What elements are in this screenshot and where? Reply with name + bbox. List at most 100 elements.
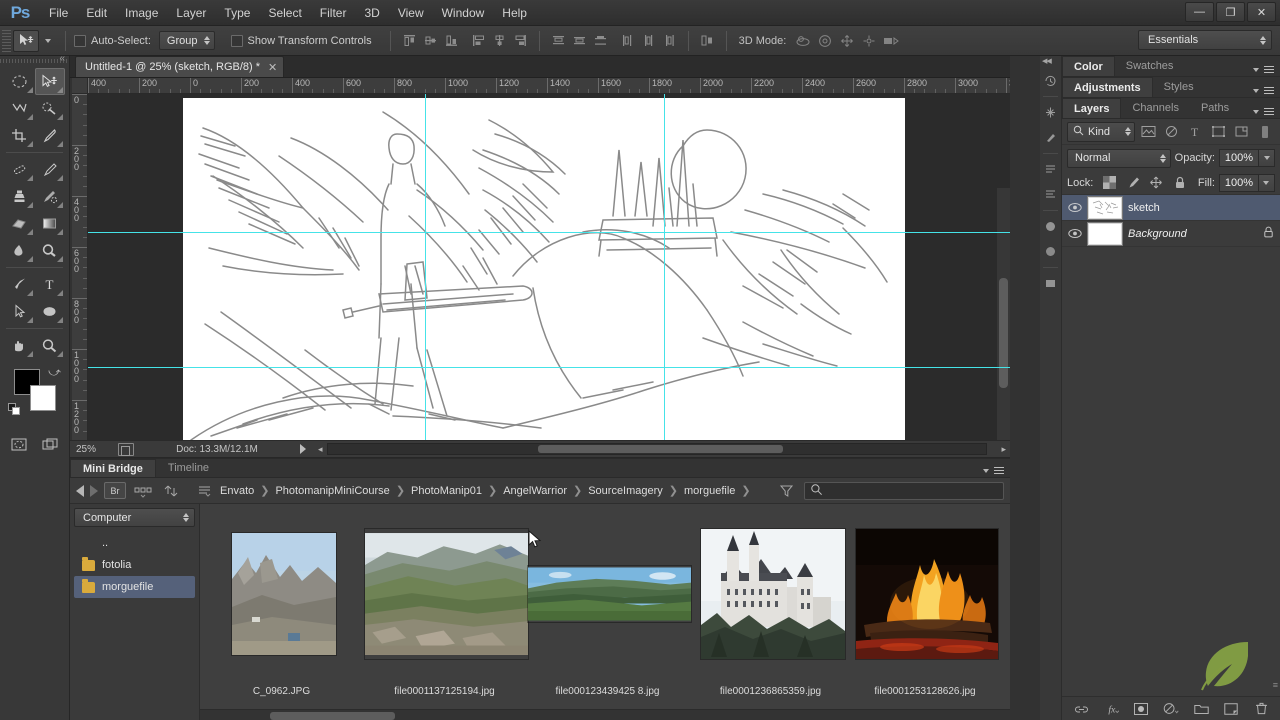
distribute-vertical-centers-icon[interactable] bbox=[569, 30, 590, 51]
tab-styles[interactable]: Styles bbox=[1153, 77, 1205, 97]
tab-layers[interactable]: Layers bbox=[1062, 98, 1122, 118]
slide-3d-object-icon[interactable] bbox=[858, 31, 880, 51]
marquee-tool[interactable] bbox=[4, 68, 35, 95]
move-tool[interactable] bbox=[34, 68, 65, 95]
brush-preset-icon[interactable] bbox=[1040, 125, 1061, 150]
mini-bridge-scroll-thumb[interactable] bbox=[270, 712, 395, 720]
menu-image[interactable]: Image bbox=[116, 2, 167, 24]
zoom-level-field[interactable]: 25% bbox=[70, 444, 118, 455]
filter-smart-objects-icon[interactable] bbox=[1231, 122, 1251, 142]
mini-bridge-forward-icon[interactable] bbox=[90, 484, 98, 497]
folder-tree-item-fotolia[interactable]: fotolia bbox=[74, 554, 195, 576]
menu-select[interactable]: Select bbox=[259, 2, 310, 24]
healing-brush-tool[interactable] bbox=[4, 156, 35, 183]
restore-button[interactable]: ❐ bbox=[1216, 2, 1245, 22]
breadcrumb-sourceimagery[interactable]: SourceImagery bbox=[584, 485, 667, 497]
artboard[interactable] bbox=[183, 98, 905, 440]
menu-type[interactable]: Type bbox=[215, 2, 259, 24]
quick-selection-tool[interactable] bbox=[35, 95, 66, 122]
tool-preset-dropdown-icon[interactable] bbox=[45, 38, 51, 43]
tab-paths[interactable]: Paths bbox=[1190, 98, 1240, 118]
filter-type-layers-icon[interactable]: T bbox=[1185, 122, 1205, 142]
tab-timeline[interactable]: Timeline bbox=[156, 459, 221, 477]
history-brush-tool[interactable] bbox=[35, 183, 66, 210]
align-top-edges-icon[interactable] bbox=[399, 30, 420, 51]
paragraph-icon[interactable] bbox=[1040, 182, 1061, 207]
thumbnail-cell[interactable] bbox=[528, 504, 691, 684]
layer-name-background[interactable]: Background bbox=[1128, 228, 1257, 240]
quick-mask-icon[interactable] bbox=[4, 431, 35, 458]
rail-collapse-icon[interactable] bbox=[1040, 56, 1061, 68]
minimize-button[interactable]: — bbox=[1185, 2, 1214, 22]
guide-vertical-right[interactable] bbox=[664, 94, 665, 440]
menu-view[interactable]: View bbox=[389, 2, 433, 24]
fill-value-field[interactable]: 100% bbox=[1218, 173, 1259, 192]
drag-3d-object-icon[interactable] bbox=[836, 31, 858, 51]
location-dropdown[interactable]: Computer bbox=[74, 508, 195, 527]
document-tab[interactable]: Untitled-1 @ 25% (sketch, RGB/8) * ✕ bbox=[75, 56, 285, 77]
new-fill-adjustment-icon[interactable] bbox=[1163, 701, 1179, 717]
search-input[interactable] bbox=[823, 484, 983, 497]
background-color-swatch[interactable] bbox=[30, 385, 56, 411]
menu-3d[interactable]: 3D bbox=[355, 2, 388, 24]
horizontal-ruler[interactable]: 400 200 0 200 400 600 800 1000 1200 1400 1600 1800 2… bbox=[88, 78, 1010, 94]
lock-image-pixels-icon[interactable] bbox=[1123, 174, 1143, 192]
tab-mini-bridge[interactable]: Mini Bridge bbox=[70, 459, 156, 477]
mini-bridge-panel-menu-icon[interactable] bbox=[983, 467, 1004, 474]
menu-layer[interactable]: Layer bbox=[167, 2, 215, 24]
mini-bridge-search-field[interactable] bbox=[804, 481, 1004, 500]
distribute-left-edges-icon[interactable] bbox=[617, 30, 638, 51]
breadcrumb-photomanipminicourse[interactable]: PhotomanipMiniCourse bbox=[271, 485, 393, 497]
scale-3d-object-icon[interactable] bbox=[880, 31, 902, 51]
brush-tool[interactable] bbox=[35, 156, 66, 183]
crop-tool[interactable] bbox=[4, 122, 35, 149]
blend-mode-dropdown[interactable]: Normal bbox=[1067, 148, 1171, 168]
mini-bridge-horizontal-scrollbar[interactable] bbox=[200, 709, 1010, 720]
canvas-vertical-scrollbar[interactable] bbox=[996, 188, 1010, 440]
layers-panel-menu-icon[interactable] bbox=[1253, 108, 1274, 115]
lock-position-icon[interactable] bbox=[1147, 174, 1167, 192]
ellipse-shape-tool[interactable] bbox=[35, 298, 66, 325]
guide-vertical-left[interactable] bbox=[425, 94, 426, 440]
layer-name-sketch[interactable]: sketch bbox=[1128, 202, 1274, 214]
workspace-selector[interactable]: Essentials bbox=[1138, 30, 1272, 50]
adjustments-panel-menu-icon[interactable] bbox=[1253, 87, 1274, 94]
rotate-3d-object-icon[interactable] bbox=[792, 31, 814, 51]
go-to-bridge-button[interactable]: Br bbox=[104, 482, 126, 499]
eraser-tool[interactable] bbox=[4, 210, 35, 237]
delete-layer-icon[interactable] bbox=[1253, 701, 1269, 717]
navigator-icon[interactable] bbox=[1040, 214, 1061, 239]
roll-3d-object-icon[interactable] bbox=[814, 31, 836, 51]
opacity-slider-dropdown-icon[interactable] bbox=[1259, 149, 1275, 167]
align-vertical-centers-icon[interactable] bbox=[420, 30, 441, 51]
eyedropper-tool[interactable] bbox=[35, 122, 66, 149]
breadcrumb-angelwarrior[interactable]: AngelWarrior bbox=[499, 485, 571, 497]
breadcrumb-envato[interactable]: Envato bbox=[216, 485, 258, 497]
path-selection-tool[interactable] bbox=[4, 298, 35, 325]
document-tab-close-icon[interactable]: ✕ bbox=[268, 61, 277, 74]
layer-thumbnail[interactable] bbox=[1087, 221, 1123, 246]
tab-color[interactable]: Color bbox=[1062, 56, 1115, 76]
menu-window[interactable]: Window bbox=[433, 2, 494, 24]
menu-edit[interactable]: Edit bbox=[77, 2, 116, 24]
lock-transparent-pixels-icon[interactable] bbox=[1099, 174, 1119, 192]
scroll-left-arrow-icon[interactable]: ◂ bbox=[314, 444, 327, 455]
layer-visibility-icon[interactable] bbox=[1068, 201, 1082, 215]
auto-select-checkbox[interactable] bbox=[74, 34, 86, 47]
screen-mode-icon[interactable] bbox=[35, 431, 66, 458]
filter-adjustment-layers-icon[interactable] bbox=[1161, 122, 1181, 142]
zoom-tool[interactable] bbox=[35, 332, 66, 359]
default-colors-icon[interactable] bbox=[8, 403, 21, 419]
history-icon[interactable] bbox=[1040, 68, 1061, 93]
thumbnail-cell[interactable] bbox=[854, 504, 1000, 684]
menu-help[interactable]: Help bbox=[493, 2, 536, 24]
tab-channels[interactable]: Channels bbox=[1121, 98, 1189, 118]
layer-row-sketch[interactable]: sketch bbox=[1062, 195, 1280, 221]
tab-swatches[interactable]: Swatches bbox=[1115, 56, 1185, 76]
layer-style-icon[interactable]: fx bbox=[1103, 701, 1119, 717]
notes-icon[interactable] bbox=[1040, 271, 1061, 296]
layer-mask-icon[interactable] bbox=[1133, 701, 1149, 717]
breadcrumb-photomanip01[interactable]: PhotoManip01 bbox=[407, 485, 486, 497]
filter-pixel-layers-icon[interactable] bbox=[1138, 122, 1158, 142]
new-group-icon[interactable] bbox=[1193, 701, 1209, 717]
